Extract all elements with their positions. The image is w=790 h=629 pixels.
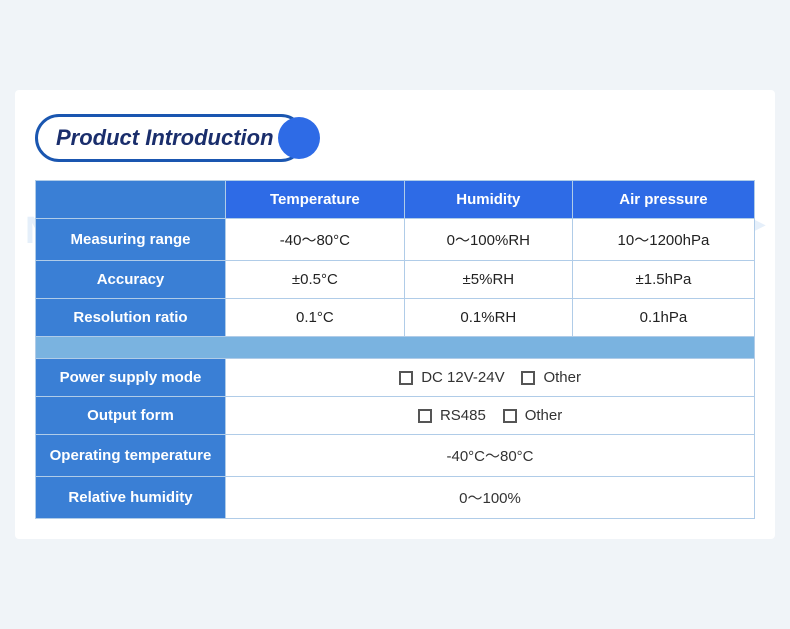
table-row: Resolution ratio 0.1°C 0.1%RH 0.1hPa xyxy=(36,299,755,337)
checkbox-other-output[interactable] xyxy=(503,409,517,423)
label-operating-temp: Operating temperature xyxy=(36,435,226,477)
data-relative-humidity: 0～100% xyxy=(226,477,755,519)
specs-table: Temperature Humidity Air pressure Measur… xyxy=(35,180,755,519)
label-power-supply: Power supply mode xyxy=(36,359,226,397)
table-row-rel-humidity: Relative humidity 0～100% xyxy=(36,477,755,519)
title-blob xyxy=(278,117,320,159)
data-pressure-accuracy: ±1.5hPa xyxy=(572,261,754,299)
table-row-power: Power supply mode DC 12V-24V Other xyxy=(36,359,755,397)
header-col1 xyxy=(36,181,226,219)
value-dc: DC 12V-24V xyxy=(421,369,504,386)
value-rs485: RS485 xyxy=(440,407,486,424)
label-relative-humidity: Relative humidity xyxy=(36,477,226,519)
table-row: Measuring range -40～80°C 0～100%RH 10～120… xyxy=(36,219,755,261)
data-pressure-resolution: 0.1hPa xyxy=(572,299,754,337)
data-humidity-resolution: 0.1%RH xyxy=(404,299,572,337)
table-row-output: Output form RS485 Other xyxy=(36,397,755,435)
header-temperature: Temperature xyxy=(226,181,405,219)
title-pill: Product Introduction xyxy=(35,114,305,162)
data-power-supply: DC 12V-24V Other xyxy=(226,359,755,397)
data-temp-resolution: 0.1°C xyxy=(226,299,405,337)
label-resolution: Resolution ratio xyxy=(36,299,226,337)
main-container: Product Introduction NiuBoL▶ NiuBoL▶ Niu… xyxy=(15,90,775,539)
label-accuracy: Accuracy xyxy=(36,261,226,299)
page-title: Product Introduction xyxy=(56,125,274,151)
checkbox-other-power[interactable] xyxy=(521,371,535,385)
data-temp-range: -40～80°C xyxy=(226,219,405,261)
data-pressure-range: 10～1200hPa xyxy=(572,219,754,261)
table-header-row: Temperature Humidity Air pressure xyxy=(36,181,755,219)
data-humidity-accuracy: ±5%RH xyxy=(404,261,572,299)
value-other-power: Other xyxy=(543,369,581,386)
data-operating-temp: -40°C～80°C xyxy=(226,435,755,477)
checkbox-rs485[interactable] xyxy=(418,409,432,423)
value-other-output: Other xyxy=(525,407,563,424)
data-output-form: RS485 Other xyxy=(226,397,755,435)
header-humidity: Humidity xyxy=(404,181,572,219)
checkbox-dc[interactable] xyxy=(399,371,413,385)
data-temp-accuracy: ±0.5°C xyxy=(226,261,405,299)
table-row: Accuracy ±0.5°C ±5%RH ±1.5hPa xyxy=(36,261,755,299)
header-air-pressure: Air pressure xyxy=(572,181,754,219)
label-output-form: Output form xyxy=(36,397,226,435)
separator-row xyxy=(36,337,755,359)
separator-cell xyxy=(36,337,755,359)
data-humidity-range: 0～100%RH xyxy=(404,219,572,261)
table-row-op-temp: Operating temperature -40°C～80°C xyxy=(36,435,755,477)
label-measuring-range: Measuring range xyxy=(36,219,226,261)
title-bar: Product Introduction xyxy=(35,114,755,162)
